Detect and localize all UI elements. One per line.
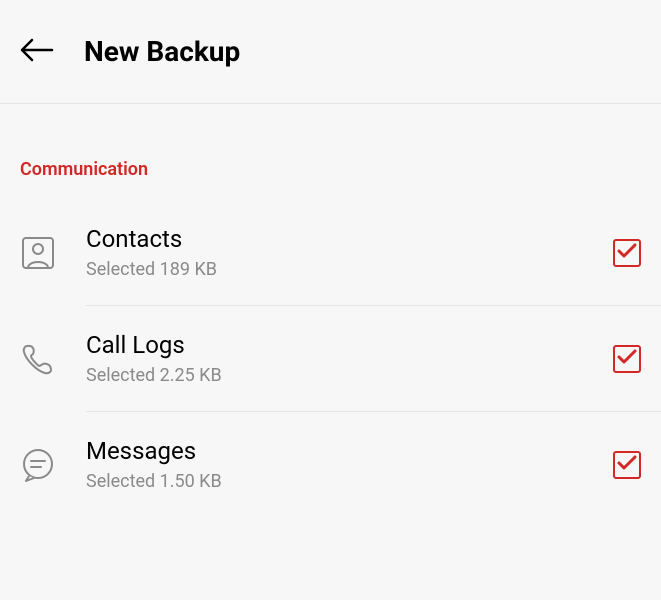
item-title: Messages <box>86 437 583 465</box>
list-item-call-logs[interactable]: Call Logs Selected 2.25 KB <box>0 306 661 411</box>
item-subtitle: Selected 1.50 KB <box>86 471 583 492</box>
contacts-icon <box>20 235 56 271</box>
item-title: Contacts <box>86 225 583 253</box>
list-item-contacts[interactable]: Contacts Selected 189 KB <box>0 200 661 305</box>
backup-list: Contacts Selected 189 KB Call Logs Selec… <box>0 200 661 517</box>
check-icon <box>617 349 637 369</box>
item-subtitle: Selected 2.25 KB <box>86 365 583 386</box>
phone-icon <box>20 341 56 377</box>
back-button[interactable] <box>20 38 54 66</box>
page-title: New Backup <box>84 35 240 68</box>
messages-icon <box>20 447 56 483</box>
item-title: Call Logs <box>86 331 583 359</box>
item-subtitle: Selected 189 KB <box>86 259 583 280</box>
checkbox-contacts[interactable] <box>613 239 641 267</box>
item-content: Messages Selected 1.50 KB <box>86 437 583 492</box>
item-content: Contacts Selected 189 KB <box>86 225 583 280</box>
section-header: Communication <box>0 104 661 200</box>
list-item-messages[interactable]: Messages Selected 1.50 KB <box>0 412 661 517</box>
checkbox-call-logs[interactable] <box>613 345 641 373</box>
checkbox-messages[interactable] <box>613 451 641 479</box>
arrow-left-icon <box>20 38 54 66</box>
check-icon <box>617 455 637 475</box>
check-icon <box>617 243 637 263</box>
header: New Backup <box>0 0 661 103</box>
item-content: Call Logs Selected 2.25 KB <box>86 331 583 386</box>
